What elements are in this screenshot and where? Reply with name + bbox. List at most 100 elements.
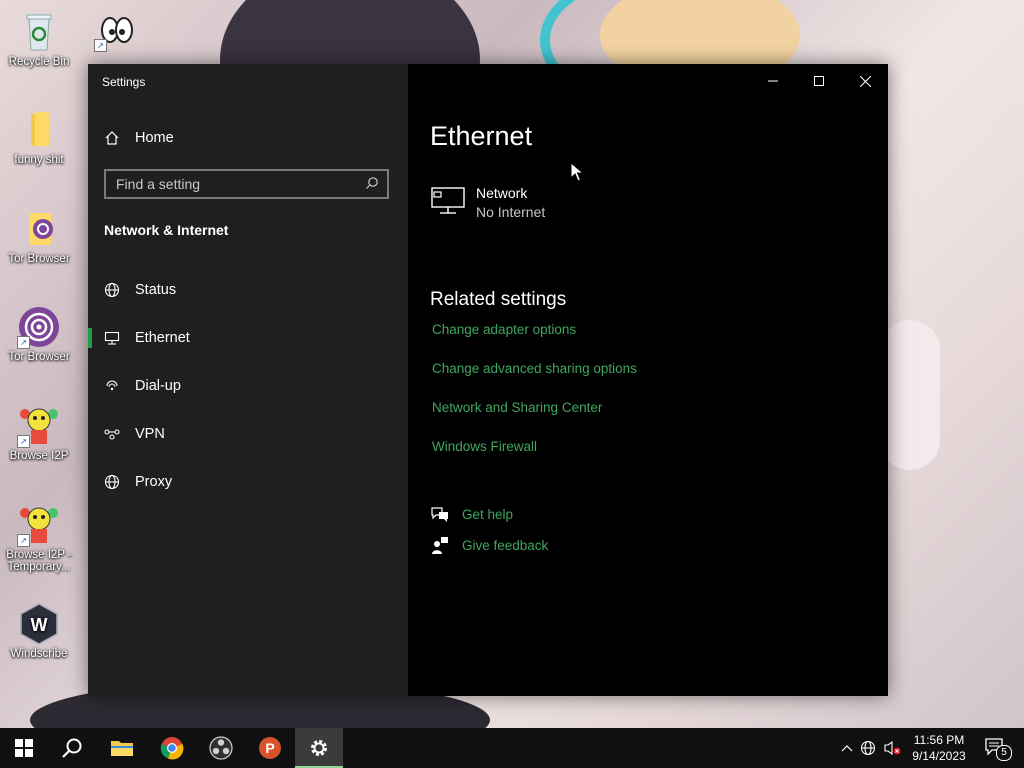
home-icon: [104, 130, 120, 146]
network-globe-icon[interactable]: [856, 740, 880, 756]
settings-window: Settings Home Network & Internet Status: [88, 64, 888, 696]
shortcut-arrow-icon: ↗: [17, 336, 30, 349]
taskbar-clock[interactable]: 11:56 PM 9/14/2023: [904, 732, 974, 764]
nav-label: Proxy: [135, 474, 173, 490]
search-icon: [365, 176, 379, 193]
nav-label: Dial-up: [135, 378, 181, 394]
minimize-icon: [768, 80, 778, 82]
show-hidden-icons-chevron-icon[interactable]: [838, 744, 856, 752]
desktop-icon-browse-i2p-temporary[interactable]: ↗ Browse I2P - Temporary...: [3, 503, 75, 573]
desktop-icon-label: funny shit: [14, 154, 64, 166]
link-windows-firewall[interactable]: Windows Firewall: [432, 439, 537, 454]
obs-icon: [209, 736, 233, 760]
start-button[interactable]: [0, 728, 48, 768]
network-connection-item[interactable]: Network No Internet: [430, 184, 545, 222]
tor-folder-icon: [17, 207, 61, 251]
link-change-advanced-sharing[interactable]: Change advanced sharing options: [432, 361, 637, 376]
windows-logo-icon: [15, 739, 33, 757]
nav-item-ethernet[interactable]: Ethernet: [88, 318, 408, 358]
shortcut-arrow-icon: ↗: [17, 534, 30, 547]
file-explorer-icon: [111, 741, 133, 756]
search-input[interactable]: [116, 176, 365, 192]
nav-label: VPN: [135, 426, 165, 442]
ethernet-icon: [104, 330, 120, 346]
nav-item-proxy[interactable]: Proxy: [88, 462, 408, 502]
home-label: Home: [135, 130, 174, 146]
search-icon: [62, 738, 82, 758]
svg-text:P: P: [265, 740, 274, 756]
nav-item-status[interactable]: Status: [88, 270, 408, 310]
recycle-bin-icon: [17, 10, 61, 54]
chrome-icon: [160, 737, 184, 760]
get-help-icon: [430, 504, 450, 524]
window-controls: [750, 64, 888, 98]
tor-browser-icon: ↗: [17, 305, 61, 349]
volume-muted-icon[interactable]: [880, 740, 904, 756]
nav-label: Ethernet: [135, 330, 190, 346]
globe-status-icon: [104, 282, 120, 298]
notification-count-badge: 5: [996, 745, 1012, 761]
search-taskbar-button[interactable]: [48, 728, 96, 768]
i2p-icon: ↗: [17, 503, 61, 547]
give-feedback-icon: [430, 535, 450, 555]
page-title: Ethernet: [430, 121, 533, 151]
desktop-icon-recycle-bin[interactable]: Recycle Bin: [3, 10, 75, 68]
settings-sidebar: Settings Home Network & Internet Status: [88, 64, 408, 696]
taskbar: P 11:56 PM 9/14/2023 5: [0, 728, 1024, 768]
shortcut-arrow-icon: ↗: [94, 39, 107, 52]
desktop-icon-label: Tor Browser: [8, 351, 70, 363]
window-title: Settings: [102, 75, 146, 89]
notification-icon: 5: [984, 737, 1012, 761]
give-feedback-link[interactable]: Give feedback: [430, 535, 548, 555]
network-status: No Internet: [476, 204, 546, 220]
desktop-icon-browse-i2p[interactable]: ↗ Browse I2P: [3, 404, 75, 462]
wallpaper-art: [880, 320, 940, 470]
network-name: Network: [476, 185, 528, 201]
i2p-icon: ↗: [17, 404, 61, 448]
desktop-icon-funny-shit[interactable]: funny shit: [3, 108, 75, 166]
get-help-link[interactable]: Get help: [430, 504, 513, 524]
section-title: Network & Internet: [104, 222, 229, 238]
home-nav-item[interactable]: Home: [104, 126, 174, 150]
maximize-button[interactable]: [796, 64, 842, 98]
close-button[interactable]: [842, 64, 888, 98]
folder-icon: [17, 108, 61, 152]
gear-icon: [311, 740, 327, 756]
clock-date: 9/14/2023: [912, 749, 966, 763]
action-center-button[interactable]: 5: [980, 728, 1012, 768]
close-icon: [859, 75, 871, 87]
desktop-icon-label: Recycle Bin: [8, 56, 70, 68]
file-explorer-button[interactable]: [98, 728, 146, 768]
svg-text:W: W: [31, 615, 48, 635]
desktop-icon-windscribe[interactable]: W Windscribe: [3, 602, 75, 660]
settings-search[interactable]: [104, 169, 389, 199]
minimize-button[interactable]: [750, 64, 796, 98]
settings-taskbar-button[interactable]: [295, 728, 343, 768]
desktop-icon-tor-browser-folder[interactable]: Tor Browser: [3, 207, 75, 265]
desktop-icon-label: Browse I2P - Temporary...: [6, 549, 72, 573]
obs-button[interactable]: [197, 728, 245, 768]
link-network-sharing-center[interactable]: Network and Sharing Center: [432, 400, 602, 415]
nav-item-dial-up[interactable]: Dial-up: [88, 366, 408, 406]
nav-item-vpn[interactable]: VPN: [88, 414, 408, 454]
desktop-icon-label: Tor Browser: [8, 253, 70, 265]
mouse-cursor: [570, 161, 585, 187]
shortcut-arrow-icon: ↗: [17, 435, 30, 448]
chrome-button[interactable]: [148, 728, 196, 768]
system-tray: [838, 728, 904, 768]
desktop-icon-shortcut[interactable]: ↗: [80, 8, 152, 54]
globe-icon: [104, 474, 120, 490]
maximize-icon: [814, 76, 824, 86]
cartoon-eyes-icon: ↗: [94, 8, 138, 52]
settings-main-pane: Ethernet Network No Internet Related set…: [408, 64, 888, 696]
windscribe-icon: W: [17, 602, 61, 646]
give-feedback-label: Give feedback: [462, 537, 549, 553]
ethernet-network-icon: [430, 184, 466, 216]
psiphon-button[interactable]: P: [246, 728, 294, 768]
desktop-icon-tor-browser[interactable]: ↗ Tor Browser: [3, 305, 75, 363]
link-change-adapter-options[interactable]: Change adapter options: [432, 322, 576, 337]
desktop-icon-label: Windscribe: [10, 648, 68, 660]
get-help-label: Get help: [462, 506, 514, 522]
nav-label: Status: [135, 282, 177, 298]
desktop-icon-label: Browse I2P: [9, 450, 69, 462]
